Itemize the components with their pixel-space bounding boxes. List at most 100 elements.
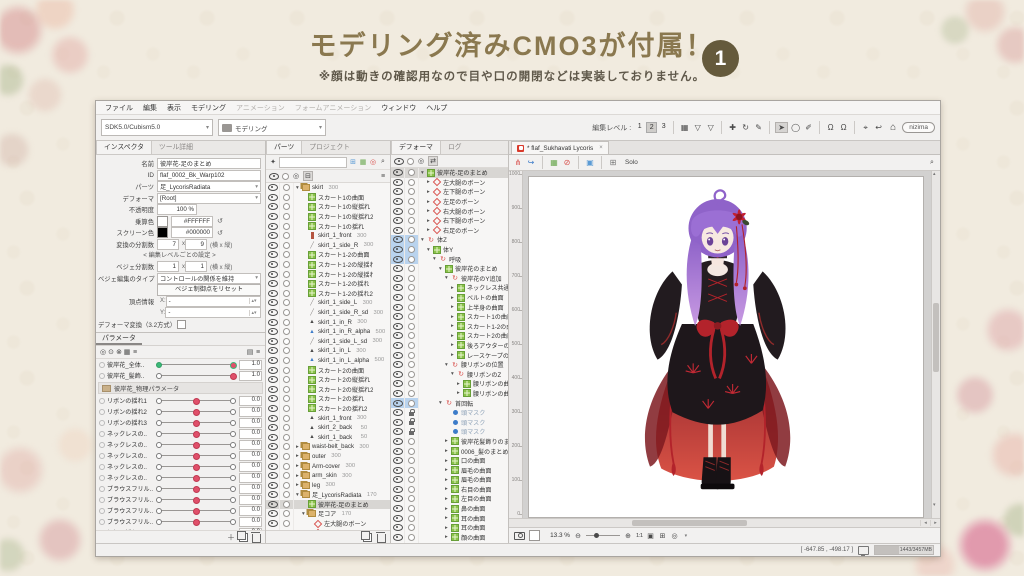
menu-item[interactable]: ファイル [100,103,138,113]
tree-row[interactable]: skirt_1_side_R_sd 300 [266,308,390,318]
tree-node-label[interactable]: 鼻の曲面 [461,504,485,513]
visibility-eye-icon[interactable] [393,275,403,282]
parameter-row[interactable]: ネックレスの.. 0.0 [96,439,265,450]
tree-node-label[interactable]: 右足のボーン [443,226,479,235]
snapshot-camera-icon[interactable] [514,532,525,540]
slider-handle[interactable] [193,475,200,482]
name-input[interactable]: 彼岸花-足のまとめ [157,158,261,169]
visibility-eye-icon[interactable] [268,491,278,498]
tree-node-label[interactable]: 輪郭の曲面 [461,542,491,543]
tree-node-label[interactable]: 腰リボンの曲面2 [473,389,508,398]
menu-item[interactable]: アニメーション [231,103,290,113]
lock-circle-icon[interactable] [283,328,290,335]
tree-node-label[interactable]: 0006_髪のまとめ [461,447,508,456]
lock-circle-icon[interactable] [408,361,415,368]
lock-circle-icon[interactable] [283,223,290,230]
tree-node-label[interactable]: skirt_2_back [318,424,352,431]
tree-node-label[interactable]: skirt_1_side_L [318,299,357,306]
screen-color-input[interactable]: #000000 [171,227,213,238]
parameter-slider[interactable] [156,419,236,426]
lock-circle-icon[interactable] [283,415,290,422]
tree-node-label[interactable]: 腰リボンの曲面 [473,379,508,388]
tree-row[interactable]: skirt_1_side_L 300 [266,298,390,308]
visibility-eye-icon[interactable] [393,246,403,253]
parameter-value-input[interactable]: 0.0 [239,495,262,505]
tree-row[interactable]: 体Z [391,235,508,245]
toggle-visibility-icon[interactable] [394,158,404,165]
glue-weight-tool-icon[interactable]: Ω [838,123,849,132]
visibility-eye-icon[interactable] [393,428,403,435]
tree-node-label[interactable]: スカート2の揺れ [318,394,364,403]
tree-node-label[interactable]: leg [312,482,320,489]
parameter-row[interactable]: ネックレスの.. 0.0 [96,461,265,472]
tree-row[interactable]: 彼岸花-足のまとめ [391,168,508,178]
lock-circle-icon[interactable] [283,319,290,326]
deform-path-icon[interactable]: ⋔ [513,158,523,167]
tree-node-label[interactable]: 口の曲面 [461,456,485,465]
tree-row[interactable]: 頭マスク [391,427,508,437]
vertex-x-input[interactable]: -▴▾ [166,296,261,307]
tab-project[interactable]: プロジェクト [302,141,357,154]
tree-node-label[interactable]: スカート1の曲面 [467,312,508,321]
visibility-eye-icon[interactable] [393,419,403,426]
lock-circle-icon[interactable] [408,256,415,263]
close-tab-icon[interactable]: × [599,145,603,151]
lock-circle-icon[interactable] [408,332,415,339]
tree-row[interactable]: 眉毛の曲面 [391,465,508,475]
parameter-slider[interactable] [156,361,236,368]
tree-row[interactable]: スカート1の揺れ [266,221,390,231]
tree-node-label[interactable]: skirt_1_in_L [318,347,351,354]
tree-node-label[interactable]: ベルトの曲面 [467,293,504,302]
lock-circle-icon[interactable] [408,495,415,502]
tree-row[interactable]: 0006_髪のまとめ [391,446,508,456]
tree-node-label[interactable]: 眉毛の曲面 [461,466,491,475]
tree-node-label[interactable]: outer [312,453,326,460]
parameter-slider[interactable] [156,463,236,470]
grid-icon[interactable]: ⊞ [608,158,618,167]
parameter-value-input[interactable]: 0.0 [239,484,262,494]
sep[interactable] [769,121,770,134]
param-panel-icon[interactable]: ▤ [246,348,254,356]
tree-node-label[interactable]: 左大腿のボーン [443,178,485,187]
collapse-mode-icon[interactable]: ⇄ [428,156,438,166]
tree-node-label[interactable]: skirt_1_in_L_alpha [318,357,369,364]
tree-node-label[interactable]: 右下腿のボーン [443,216,485,225]
tree-row[interactable]: 耳の曲面 [391,513,508,523]
lock-circle-icon[interactable] [408,371,415,378]
lock-circle-icon[interactable] [408,457,415,464]
parameter-row[interactable]: 彼岸花_髪飾.. 1.0 [96,370,265,381]
tree-row[interactable]: 頭マスク [391,408,508,418]
parameter-row[interactable]: ネックレスの.. 0.0 [96,450,265,461]
parameter-slider[interactable] [156,441,236,448]
lock-circle-icon[interactable] [408,380,415,387]
visibility-eye-icon[interactable] [268,309,278,316]
solo-label[interactable]: Solo [625,159,638,166]
visibility-eye-icon[interactable] [393,236,403,243]
visibility-eye-icon[interactable] [393,188,403,195]
pin-tool-icon[interactable]: ⌖ [860,123,871,133]
lock-circle-icon[interactable] [283,386,290,393]
tree-row[interactable]: 右下腿のボーン [391,216,508,226]
parts-menu-icon[interactable]: ≡ [379,173,387,180]
draw-order-icon[interactable]: ⊟ [303,171,313,181]
lock-circle-icon[interactable] [408,323,415,330]
manual-mesh-icon[interactable]: ▽ [705,123,716,132]
visibility-eye-icon[interactable] [393,179,403,186]
tree-node-label[interactable]: 頭マスク [461,418,485,427]
visibility-eye-icon[interactable] [268,443,278,450]
visibility-eye-icon[interactable] [393,352,403,359]
slider-handle[interactable] [193,409,200,416]
lock-circle-icon[interactable] [283,232,290,239]
deformer-convert-checkbox[interactable] [177,320,186,329]
visibility-eye-icon[interactable] [268,482,278,489]
keyframe-remove-icon[interactable]: ⊗ [115,348,123,356]
visibility-eye-icon[interactable] [393,294,403,301]
visibility-eye-icon[interactable] [393,438,403,445]
lock-circle-icon[interactable] [408,467,415,474]
lock-circle-icon[interactable] [283,309,290,316]
lock-circle-icon[interactable] [408,284,415,291]
tree-row[interactable]: Arm-cover 300 [266,461,390,471]
tree-row[interactable]: レースケープの曲面 [391,350,508,360]
lock-circle-icon[interactable] [283,520,290,527]
tree-node-label[interactable]: skirt [312,184,323,191]
